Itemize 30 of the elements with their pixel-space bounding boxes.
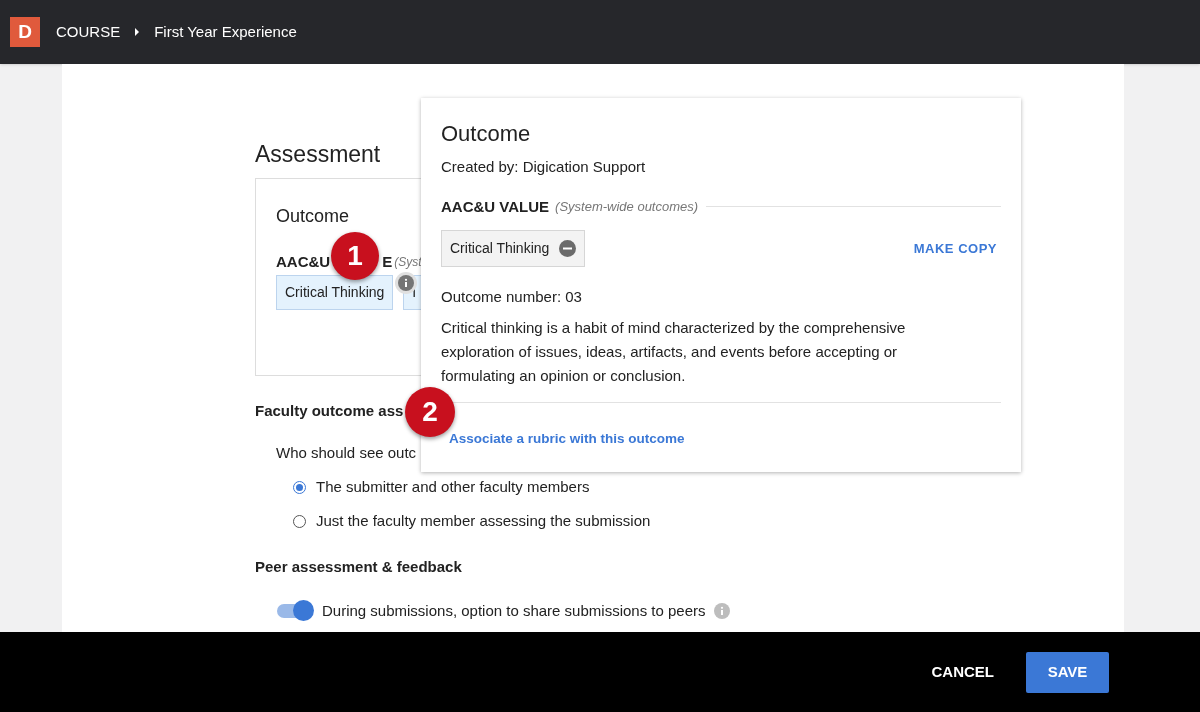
outcome-description: Critical thinking is a habit of mind characterized by the comprehensive exploration of issues, ideas, artifacts, and events before accepting or formulating an opinion or conclusion. <box>441 317 907 386</box>
category-label: AAC&U VALUE <box>441 196 550 217</box>
toggle-switch[interactable] <box>276 599 314 622</box>
save-button[interactable]: SAVE <box>1026 651 1109 693</box>
section-heading: Faculty outcome ass <box>255 401 404 421</box>
outcome-number: Outcome number: 03 <box>441 287 583 307</box>
category-note: (Syst <box>394 254 422 271</box>
radio-label: The submitter and other faculty members <box>316 477 590 498</box>
toggle-label: During submissions, option to share submissions to peers <box>322 600 706 621</box>
popover-title: Outcome <box>441 120 532 148</box>
caret-icon <box>134 28 141 36</box>
section-heading: Assessment <box>255 140 381 169</box>
card-title: Outcome <box>276 205 350 227</box>
info-icon <box>713 602 730 619</box>
question-text: Who should see outc <box>276 442 418 463</box>
category-label: E <box>382 251 393 272</box>
creator-text: Created by: Digication Support <box>441 157 647 177</box>
section-heading: Peer assessment & feedback <box>255 557 463 577</box>
outcome-chip[interactable]: Critical Thinking <box>276 275 394 310</box>
radio-label: Just the faculty member assessing the submission <box>316 511 651 532</box>
category-note: (System-wide outcomes) <box>555 198 699 216</box>
make-copy-button[interactable]: MAKE COPY <box>913 238 997 259</box>
app-logo[interactable]: D <box>10 17 40 47</box>
outcome-chip[interactable]: Critical Thinking <box>441 230 586 267</box>
breadcrumb-item[interactable]: COURSE <box>56 20 121 44</box>
info-icon[interactable] <box>398 275 414 291</box>
cancel-button[interactable]: CANCEL <box>931 660 994 684</box>
category-label: AAC&U <box>276 251 331 272</box>
remove-icon[interactable] <box>559 240 577 257</box>
breadcrumb-item: First Year Experience <box>154 21 297 42</box>
